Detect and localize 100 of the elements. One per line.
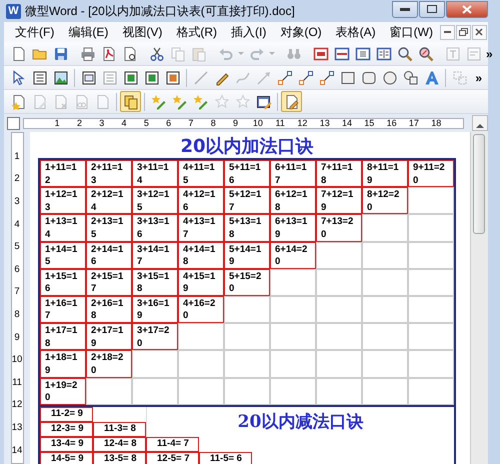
ruler-number: 12: [12, 398, 22, 412]
menu-item[interactable]: 视图(V): [115, 22, 170, 42]
menu-item[interactable]: 插入(I): [224, 22, 274, 42]
overflow-button[interactable]: »: [473, 70, 484, 84]
document-icon: [10, 46, 26, 62]
group-select-icon: [452, 70, 468, 86]
menu-item[interactable]: 格式(R): [169, 22, 224, 42]
star-pencil-icon: [150, 94, 166, 110]
text-frame-icon: [444, 46, 460, 62]
wordart-icon: [424, 70, 440, 86]
table-cell: 1+15=16: [40, 268, 86, 296]
document-edit-icon: [32, 94, 48, 110]
star-pencil-icon: [192, 94, 208, 110]
ruler-number: 14: [341, 118, 354, 128]
table-cell: 4+11=15: [178, 160, 224, 188]
empty-table-cell: [362, 378, 408, 405]
arrow-icon: [256, 70, 272, 86]
framed-square-icon: [164, 70, 180, 86]
ruler-number: 13: [12, 420, 22, 435]
tab-selector[interactable]: [7, 116, 20, 130]
table-cell: 3+13=16: [132, 214, 178, 242]
scrollbar[interactable]: [471, 132, 488, 464]
scroll-up-button[interactable]: [472, 115, 488, 131]
restore-button[interactable]: [456, 24, 471, 40]
ruler-number: 3: [98, 118, 106, 128]
table-cell: 5+15=20: [224, 268, 270, 296]
minimize-button[interactable]: [440, 24, 455, 40]
empty-table-cell: [316, 350, 362, 378]
table-cell: 11-2= 9: [40, 406, 93, 422]
document-delete-icon: [52, 94, 68, 110]
close-button[interactable]: [446, 0, 488, 18]
ruler-number: 16: [386, 118, 398, 128]
copy-icon: [170, 46, 186, 62]
menu-item[interactable]: 文件(F): [8, 22, 62, 42]
cut-icon: [148, 46, 164, 62]
ruler-number: 6: [165, 118, 172, 128]
table-cell: 12-5= 7: [146, 452, 199, 464]
empty-table-cell: [178, 350, 224, 378]
empty-table-cell: [270, 296, 316, 324]
table-cell: 11-4= 7: [146, 436, 199, 452]
empty-table-cell: [270, 350, 316, 378]
ruler-number: 11: [12, 376, 22, 390]
empty-table-cell: [408, 296, 454, 324]
actual-size-icon: [312, 46, 328, 62]
menu-item[interactable]: 窗口(W): [382, 22, 440, 42]
menu-item[interactable]: 表格(A): [328, 22, 383, 42]
table-cell: 6+14=20: [270, 242, 316, 269]
ruler-number: 4: [120, 118, 128, 128]
table-cell: 4+12=16: [178, 187, 224, 214]
table-title: 20以内加法口诀: [179, 135, 315, 158]
table-cell: 1+14=15: [40, 242, 86, 269]
field-icon: [466, 46, 482, 62]
document-pencil-button[interactable]: [281, 91, 302, 112]
close-icon: [475, 28, 484, 36]
ruler-number: 12: [296, 118, 308, 128]
minimize-icon: [444, 31, 451, 33]
scroll-thumb[interactable]: [473, 134, 485, 234]
empty-table-cell: [316, 242, 362, 269]
table-cell: 9+11=20: [408, 160, 454, 188]
connector-icon: [318, 70, 334, 86]
empty-table-cell: [362, 214, 408, 242]
table-cell: 3+15=18: [132, 268, 178, 296]
empty-table-cell: [408, 378, 454, 405]
undo-icon: [218, 46, 234, 62]
table-cell: 4+13=17: [178, 214, 224, 242]
table-cell: 7+13=20: [316, 214, 362, 242]
empty-table-cell: [408, 242, 454, 269]
ruler-number: 1: [13, 150, 21, 164]
empty-table-cell: [362, 268, 408, 296]
pointer-icon: [10, 70, 26, 86]
table-cell: 5+12=17: [224, 187, 270, 214]
overflow-button[interactable]: »: [484, 46, 495, 60]
table-cell: 2+12=14: [86, 187, 132, 214]
minimize-button[interactable]: [392, 0, 418, 18]
table-cell: 6+11=17: [270, 160, 316, 188]
table-cell: 1+12=13: [40, 187, 86, 214]
document-star-icon: [10, 94, 26, 110]
table-cell: 11-3= 8: [93, 422, 146, 437]
empty-table-cell: [362, 350, 408, 378]
empty-table-cell: [132, 350, 178, 378]
rectangle-icon: [340, 70, 356, 86]
menu-item[interactable]: 对象(O): [273, 22, 329, 42]
table-cell: 3+17=20: [132, 323, 178, 350]
empty-table-cell: [316, 268, 362, 296]
page-width-icon: [334, 46, 350, 62]
ruler-number: 9: [13, 330, 21, 345]
dropdown-arrow-icon: [269, 52, 275, 55]
table-cell: 1+13=14: [40, 214, 86, 242]
copy-pages-button[interactable]: [120, 91, 141, 112]
document-icon: [94, 94, 110, 110]
empty-table-cell: [270, 323, 316, 350]
picture-icon: [52, 70, 68, 86]
close-button[interactable]: [472, 24, 487, 40]
menu-item[interactable]: 编辑(E): [61, 22, 116, 42]
table-cell: 1+19=20: [40, 378, 86, 405]
save-icon: [52, 46, 68, 62]
ruler-number: 1: [54, 118, 61, 128]
maximize-button[interactable]: [419, 0, 445, 18]
empty-table-cell: [132, 378, 178, 405]
shapes-icon: [402, 70, 418, 86]
